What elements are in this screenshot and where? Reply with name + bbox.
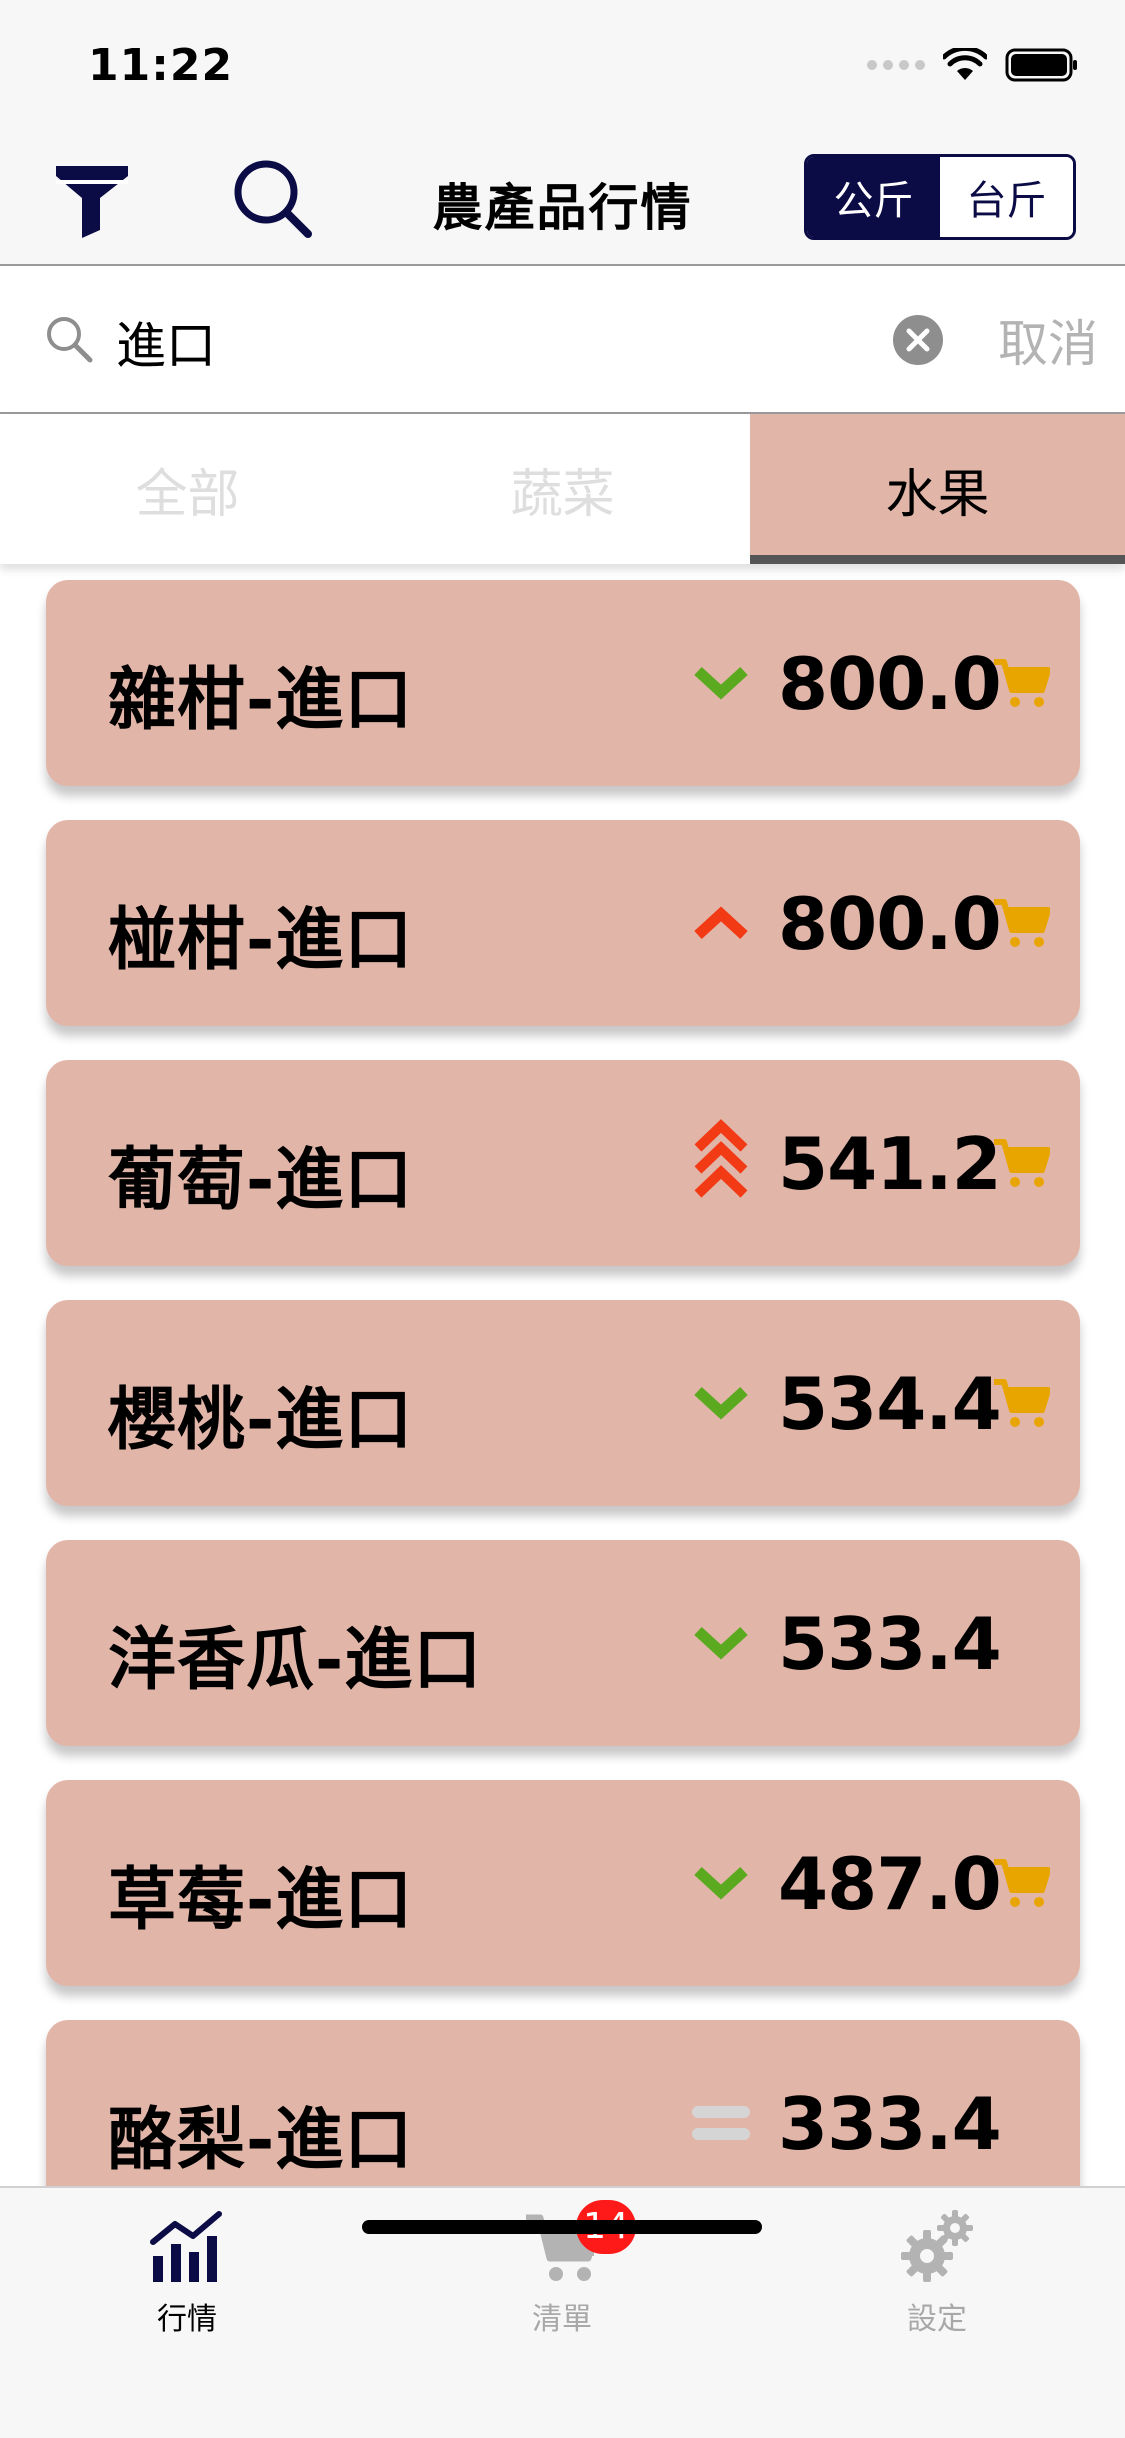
tab-all[interactable]: 全部 (0, 414, 375, 564)
list-item[interactable]: 草莓-進口 487.0 (46, 1780, 1080, 1986)
tab-bar-label: 設定 (907, 2302, 967, 2337)
search-bar: 進口 取消 (0, 266, 1125, 414)
unit-option-catty[interactable]: 台斤 (940, 157, 1073, 237)
navigation-bar: 農產品行情 公斤 台斤 (0, 132, 1125, 266)
trend-double-up-icon (694, 1119, 748, 1198)
item-name: 椪柑-進口 (108, 901, 414, 980)
home-indicator (362, 2220, 762, 2234)
item-price: 333.4 (778, 2082, 1002, 2166)
item-name: 櫻桃-進口 (108, 1381, 414, 1460)
tab-vegetables[interactable]: 蔬菜 (375, 414, 750, 564)
cart-icon[interactable] (992, 1136, 1050, 1190)
bottom-tab-bar: 行情 清單 14 設定 (0, 2186, 1125, 2438)
signal-icon (867, 60, 925, 70)
trend-down-icon (694, 1866, 748, 1900)
search-input[interactable]: 進口 (116, 306, 216, 378)
list-item[interactable]: 櫻桃-進口 534.4 (46, 1300, 1080, 1506)
list-item[interactable]: 葡萄-進口 541.2 (46, 1060, 1080, 1266)
item-price: 541.2 (778, 1122, 1002, 1206)
unit-option-kg[interactable]: 公斤 (807, 157, 940, 237)
item-name: 酪梨-進口 (108, 2101, 414, 2180)
item-price: 800.0 (778, 642, 1002, 726)
search-field-icon (47, 317, 93, 363)
trend-down-icon (694, 1626, 748, 1660)
status-icons (867, 48, 1079, 82)
gear-icon (901, 2210, 973, 2282)
trend-down-icon (694, 1386, 748, 1420)
cart-icon[interactable] (992, 896, 1050, 950)
tab-bar-item-settings[interactable]: 設定 (817, 2206, 1057, 2338)
item-name: 葡萄-進口 (108, 1141, 414, 1220)
wifi-icon (943, 48, 987, 80)
item-price: 800.0 (778, 882, 1002, 966)
unit-toggle[interactable]: 公斤 台斤 (804, 154, 1076, 240)
list-item[interactable]: 雜柑-進口 800.0 (46, 580, 1080, 786)
item-price: 487.0 (778, 1842, 1002, 1926)
product-list: 雜柑-進口 800.0 椪柑-進口 800.0 葡萄-進口 541.2 櫻桃-進… (0, 564, 1125, 2186)
item-price: 533.4 (778, 1602, 1002, 1686)
cart-icon[interactable] (992, 656, 1050, 710)
item-name: 雜柑-進口 (108, 661, 414, 740)
cart-icon[interactable] (992, 1376, 1050, 1430)
tab-bar-label: 行情 (157, 2302, 217, 2337)
battery-icon (1005, 48, 1077, 82)
clear-icon[interactable] (892, 314, 944, 366)
list-item[interactable]: 酪梨-進口 333.4 (46, 2020, 1080, 2186)
category-tabs: 全部 蔬菜 水果 (0, 414, 1125, 564)
chart-icon (150, 2211, 222, 2282)
trend-down-icon (694, 666, 748, 700)
item-name: 洋香瓜-進口 (108, 1621, 483, 1700)
list-item[interactable]: 椪柑-進口 800.0 (46, 820, 1080, 1026)
tab-bar-label: 清單 (532, 2302, 592, 2337)
trend-flat-icon (692, 2106, 750, 2140)
trend-up-icon (694, 906, 748, 940)
cancel-button[interactable]: 取消 (998, 304, 1098, 376)
status-bar: 11:22 (0, 0, 1125, 132)
tab-bar-item-market[interactable]: 行情 (67, 2206, 307, 2338)
cart-icon[interactable] (992, 1856, 1050, 1910)
list-item[interactable]: 洋香瓜-進口 533.4 (46, 1540, 1080, 1746)
tab-fruits[interactable]: 水果 (750, 414, 1125, 564)
item-price: 534.4 (778, 1362, 1002, 1446)
status-time: 11:22 (88, 40, 234, 91)
item-name: 草莓-進口 (108, 1861, 414, 1940)
